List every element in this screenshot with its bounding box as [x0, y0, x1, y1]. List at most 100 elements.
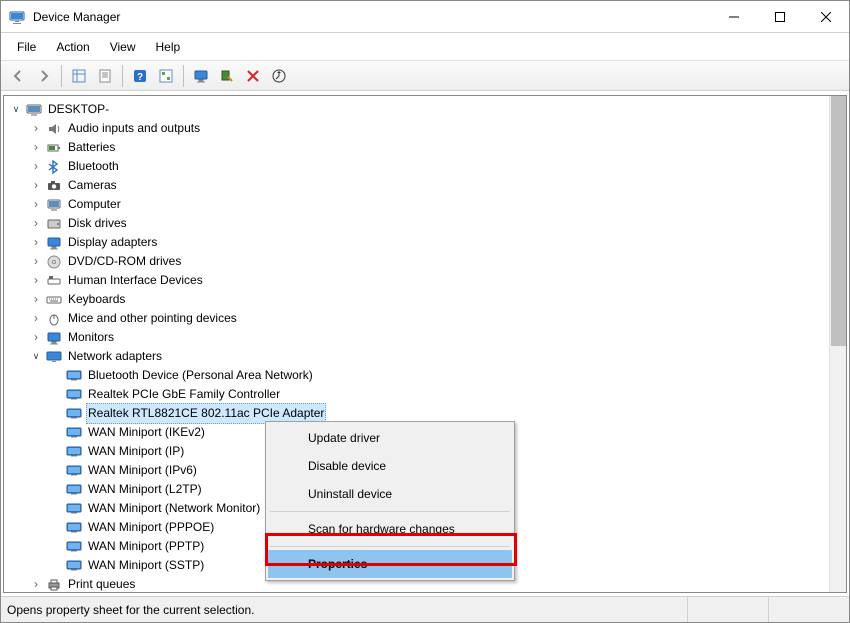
- close-button[interactable]: [803, 1, 849, 33]
- tree-label: Computer: [66, 194, 123, 215]
- tree-label: WAN Miniport (IKEv2): [86, 422, 207, 443]
- tree-label: WAN Miniport (PPTP): [86, 536, 206, 557]
- monitor-icon: [46, 330, 62, 346]
- ctx-scan-hardware[interactable]: Scan for hardware changes: [268, 515, 512, 543]
- monitor-icon[interactable]: [189, 64, 213, 88]
- properties-icon[interactable]: [93, 64, 117, 88]
- tree-label: Monitors: [66, 327, 116, 348]
- network-adapter-icon: [66, 463, 82, 479]
- audio-icon: [46, 121, 62, 137]
- window-controls: [711, 1, 849, 32]
- menu-action[interactable]: Action: [46, 36, 99, 58]
- tree-node-mice-and-other-pointing-device[interactable]: ›Mice and other pointing devices: [4, 309, 846, 328]
- network-adapter-icon: [66, 387, 82, 403]
- svg-text:?: ?: [137, 72, 143, 83]
- ctx-disable-device[interactable]: Disable device: [268, 452, 512, 480]
- expand-arrow-icon[interactable]: ›: [28, 252, 44, 271]
- disk-icon: [46, 216, 62, 232]
- collapse-arrow-icon[interactable]: ∨: [28, 347, 44, 366]
- expand-arrow-icon[interactable]: ›: [28, 214, 44, 233]
- expand-arrow-icon[interactable]: ›: [28, 271, 44, 290]
- nav-back-icon[interactable]: [6, 64, 30, 88]
- tree-label: Cameras: [66, 175, 119, 196]
- expand-arrow-icon[interactable]: ›: [28, 328, 44, 347]
- tree-label: Realtek PCIe GbE Family Controller: [86, 384, 282, 405]
- tree-label: Bluetooth Device (Personal Area Network): [86, 365, 315, 386]
- expand-arrow-icon[interactable]: ›: [28, 309, 44, 328]
- tree-label: WAN Miniport (IPv6): [86, 460, 199, 481]
- network-adapter-icon: [66, 368, 82, 384]
- status-separator: [768, 597, 769, 622]
- tree-node-batteries[interactable]: › Batteries: [4, 138, 846, 157]
- network-adapter-icon: [66, 520, 82, 536]
- tree-node-computer[interactable]: › Computer: [4, 195, 846, 214]
- tree-node-dvd-cd-rom-drives[interactable]: › DVD/CD-ROM drives: [4, 252, 846, 271]
- expand-arrow-icon[interactable]: ›: [28, 195, 44, 214]
- status-separator: [687, 597, 688, 622]
- help-icon[interactable]: ?: [128, 64, 152, 88]
- collapse-arrow-icon[interactable]: ∨: [8, 100, 24, 119]
- minimize-button[interactable]: [711, 1, 757, 33]
- ctx-separator: [270, 511, 510, 512]
- menu-view[interactable]: View: [100, 36, 146, 58]
- tree-label: WAN Miniport (PPPOE): [86, 517, 216, 538]
- network-adapter-icon: [66, 482, 82, 498]
- expand-arrow-icon[interactable]: ›: [28, 138, 44, 157]
- expand-arrow-icon[interactable]: ›: [28, 119, 44, 138]
- ctx-properties[interactable]: Properties: [268, 550, 512, 578]
- tree-node-realtek-pcie-gbe-family-contro[interactable]: Realtek PCIe GbE Family Controller: [4, 385, 846, 404]
- tree-node-disk-drives[interactable]: ›Disk drives: [4, 214, 846, 233]
- tree-label: Bluetooth: [66, 156, 121, 177]
- bluetooth-icon: [46, 159, 62, 175]
- vertical-scrollbar[interactable]: [829, 96, 846, 592]
- computer-root-icon: [26, 102, 42, 118]
- tree-label: WAN Miniport (SSTP): [86, 555, 206, 576]
- hid-icon: [46, 273, 62, 289]
- tree-node-root[interactable]: ∨ DESKTOP-: [4, 100, 846, 119]
- tree-label: DESKTOP-: [46, 99, 111, 120]
- tree-node-cameras[interactable]: › Cameras: [4, 176, 846, 195]
- tree-label: Human Interface Devices: [66, 270, 205, 291]
- toolbar-separator: [61, 65, 62, 87]
- tree-node-bluetooth-device-personal-area[interactable]: Bluetooth Device (Personal Area Network): [4, 366, 846, 385]
- expand-arrow-icon[interactable]: ›: [28, 176, 44, 195]
- context-menu: Update driver Disable device Uninstall d…: [265, 421, 515, 581]
- dvd-icon: [46, 254, 62, 270]
- update-driver-icon[interactable]: [267, 64, 291, 88]
- network-icon: [46, 349, 62, 365]
- tree-node-keyboards[interactable]: ›Keyboards: [4, 290, 846, 309]
- tree-label: Batteries: [66, 137, 117, 158]
- tree-label: DVD/CD-ROM drives: [66, 251, 183, 272]
- tree-label: WAN Miniport (L2TP): [86, 479, 204, 500]
- expand-arrow-icon[interactable]: ›: [28, 157, 44, 176]
- tree-label: Display adapters: [66, 232, 159, 253]
- tree-node-bluetooth[interactable]: › Bluetooth: [4, 157, 846, 176]
- menu-bar: File Action View Help: [1, 33, 849, 61]
- tree-label: WAN Miniport (Network Monitor): [86, 498, 262, 519]
- tree-node-display-adapters[interactable]: › Display adapters: [4, 233, 846, 252]
- tree-node-monitors[interactable]: › Monitors: [4, 328, 846, 347]
- tree-node-network-adapters[interactable]: ∨Network adapters: [4, 347, 846, 366]
- options-icon[interactable]: [154, 64, 178, 88]
- expand-arrow-icon[interactable]: ›: [28, 290, 44, 309]
- expand-arrow-icon[interactable]: ›: [28, 575, 44, 592]
- scroll-thumb[interactable]: [831, 96, 846, 346]
- tree-node-audio-inputs-and-outputs[interactable]: › Audio inputs and outputs: [4, 119, 846, 138]
- delete-icon[interactable]: [241, 64, 265, 88]
- tree-label: Audio inputs and outputs: [66, 118, 202, 139]
- ctx-update-driver[interactable]: Update driver: [268, 424, 512, 452]
- expand-arrow-icon[interactable]: ›: [28, 233, 44, 252]
- camera-icon: [46, 178, 62, 194]
- network-adapter-icon: [66, 406, 82, 422]
- maximize-button[interactable]: [757, 1, 803, 33]
- tree-node-human-interface-devices[interactable]: › Human Interface Devices: [4, 271, 846, 290]
- ctx-uninstall-device[interactable]: Uninstall device: [268, 480, 512, 508]
- nav-forward-icon[interactable]: [32, 64, 56, 88]
- menu-help[interactable]: Help: [146, 36, 191, 58]
- menu-file[interactable]: File: [7, 36, 46, 58]
- scan-hardware-icon[interactable]: [215, 64, 239, 88]
- keyboard-icon: [46, 292, 62, 308]
- status-bar: Opens property sheet for the current sel…: [1, 596, 849, 622]
- toolbar-separator: [183, 65, 184, 87]
- show-hide-tree-icon[interactable]: [67, 64, 91, 88]
